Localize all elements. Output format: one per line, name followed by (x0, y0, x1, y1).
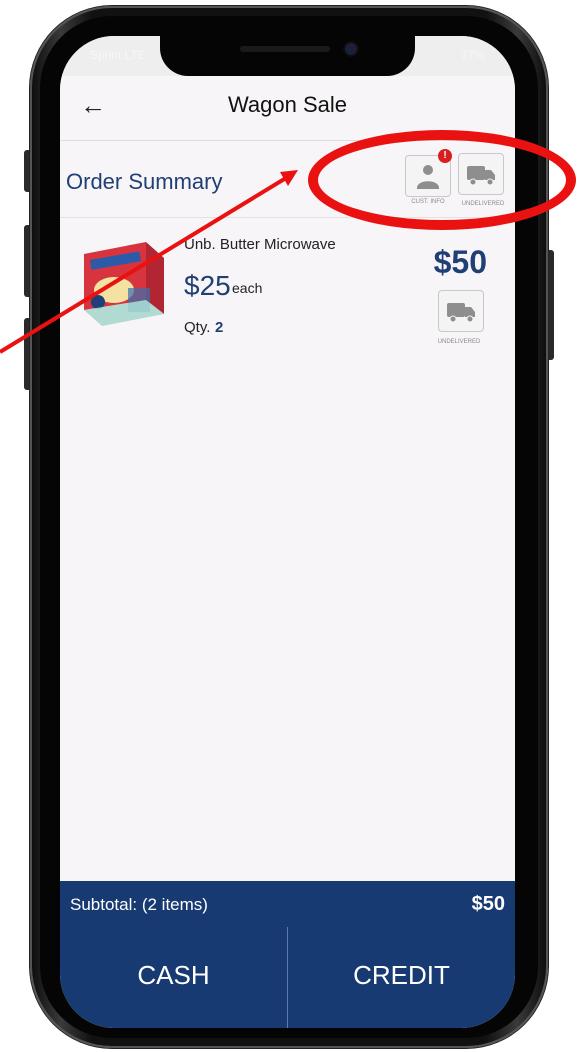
quantity-label: Qty. (184, 319, 211, 336)
unit-price: $25 (184, 270, 231, 301)
truck-icon (447, 303, 475, 323)
list-item[interactable]: Unb. Butter Microwave $25 each Qty. 2 $5… (60, 218, 515, 368)
subtotal-label: Subtotal: (2 items) (70, 895, 208, 914)
screenshot-stage: Sprint LTE 77% ← Wagon Sale Order Summar… (0, 0, 585, 1052)
item-delivery-status-caption: UNDELIVERED (437, 339, 481, 345)
product-image (84, 242, 164, 326)
annotation-ellipse (308, 130, 576, 230)
subtotal-value: $50 (471, 893, 505, 915)
credit-button[interactable]: CREDIT (288, 927, 515, 1028)
cash-button[interactable]: CASH (60, 927, 288, 1028)
order-summary-title: Order Summary (66, 169, 223, 194)
unit-price-suffix: each (232, 280, 263, 296)
item-delivery-status-button[interactable] (438, 290, 484, 332)
page-title: Wagon Sale (227, 92, 348, 117)
carrier-label: Sprint LTE (90, 48, 146, 62)
notch (160, 36, 415, 76)
speaker-grille (240, 46, 330, 52)
line-total: $50 (433, 244, 487, 280)
item-name: Unb. Butter Microwave (184, 236, 336, 253)
quantity-value: 2 (215, 319, 224, 336)
subtotal-bar: Subtotal: (2 items) $50 (60, 881, 515, 928)
status-bar: Sprint LTE 77% (60, 36, 515, 76)
payment-bar: CASH CREDIT (60, 927, 515, 1028)
battery-label: 77% (460, 48, 485, 62)
front-camera (345, 43, 357, 55)
